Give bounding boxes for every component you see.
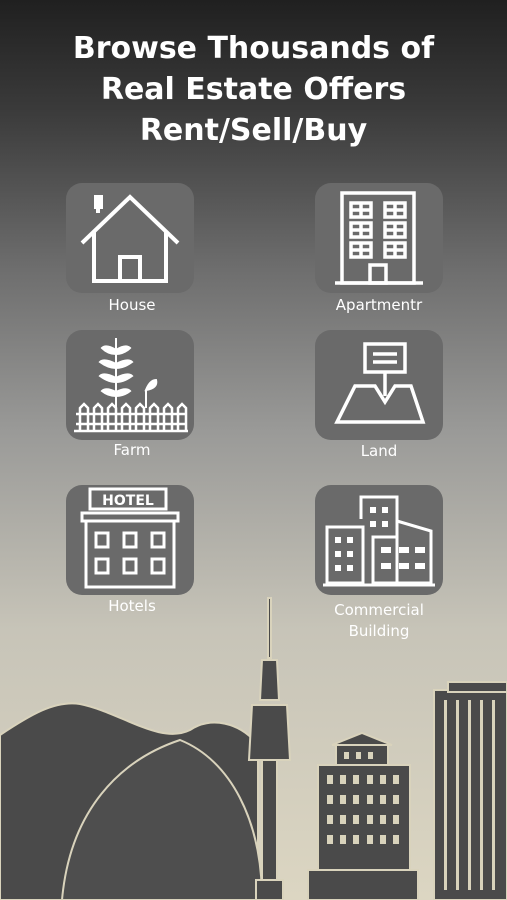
- category-house-label: House: [108, 296, 156, 314]
- category-commercial-button[interactable]: [315, 485, 443, 595]
- category-farm-button[interactable]: [66, 330, 194, 440]
- title-line-3: Rent/Sell/Buy: [139, 113, 368, 148]
- title-line-2: Real Estate Offers: [100, 72, 407, 107]
- category-farm-label: Farm: [113, 441, 151, 459]
- city-skyline-illustration: [0, 597, 507, 900]
- category-house-button[interactable]: [66, 183, 194, 293]
- category-land-button[interactable]: [315, 330, 443, 440]
- house-icon: [80, 194, 180, 283]
- land-plot-sign-icon: [334, 342, 426, 424]
- hotel-building-icon: HOTEL: [80, 487, 180, 589]
- category-hotels-button[interactable]: HOTEL: [66, 485, 194, 595]
- hotel-sign-text: HOTEL: [102, 493, 154, 509]
- page-title: Browse Thousands of Real Estate Offers R…: [0, 28, 507, 151]
- category-apartment-button[interactable]: [315, 183, 443, 293]
- farm-plant-fence-icon: [74, 338, 188, 433]
- title-line-1: Browse Thousands of: [72, 31, 435, 66]
- apartment-building-icon: [335, 191, 423, 285]
- category-apartment-label: Apartmentr: [335, 296, 423, 314]
- commercial-buildings-icon: [323, 495, 435, 587]
- category-land-label: Land: [360, 442, 398, 460]
